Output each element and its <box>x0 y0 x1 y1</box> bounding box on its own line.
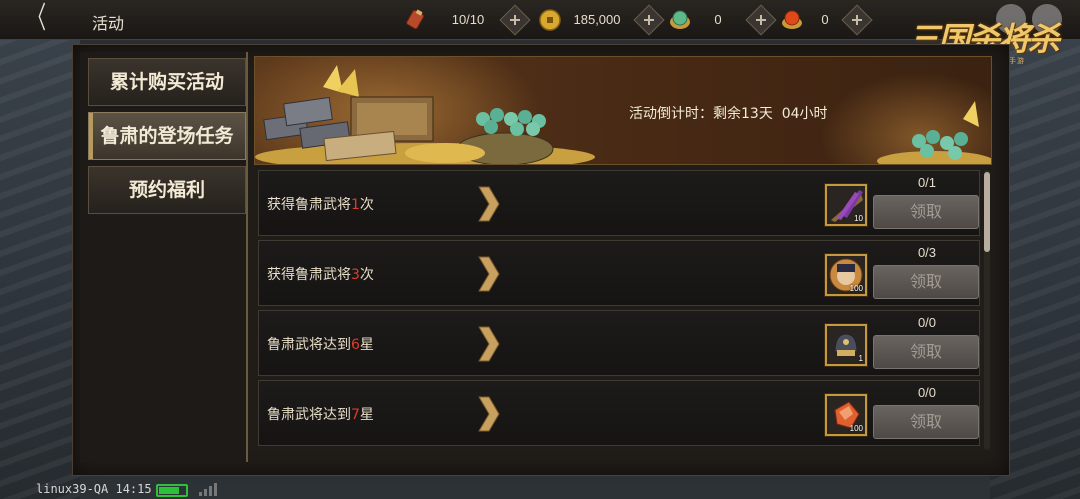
back-button[interactable]: 〈 <box>22 4 52 36</box>
reward-item[interactable]: 100 <box>825 394 867 436</box>
resource-jade: 0 <box>668 4 792 36</box>
signal-icon <box>199 483 217 496</box>
coin-icon <box>539 9 561 31</box>
task-label: 鲁肃武将达到6星 <box>267 337 374 353</box>
resource-gold: 0 <box>780 4 880 36</box>
claim-button[interactable]: 领取 <box>873 405 979 439</box>
resource-scroll: 10/10 <box>404 4 531 36</box>
jade-icon <box>670 10 690 29</box>
chevron-right-icon <box>478 256 500 292</box>
chevron-right-icon <box>478 326 500 362</box>
task-progress: 0/3 <box>917 245 937 260</box>
countdown-text: 活动倒计时：剩余13天 04小时 <box>629 103 828 123</box>
chevron-right-icon <box>478 186 500 222</box>
device-status-text: linux39-QA 14:15 <box>36 482 152 496</box>
tab-lusu-missions[interactable]: 鲁肃的登场任务 <box>88 112 246 160</box>
treasure-pile-icon <box>255 65 595 164</box>
task-row: 获得鲁肃武将1次 10 0/1 领取 <box>258 170 980 236</box>
claim-button[interactable]: 领取 <box>873 265 979 299</box>
battery-icon <box>156 484 188 497</box>
reward-quantity: 100 <box>849 424 863 433</box>
task-row: 鲁肃武将达到6星 1 0/0 领取 <box>258 310 980 376</box>
claim-button[interactable]: 领取 <box>873 195 979 229</box>
gold-ingot-icon <box>782 10 802 29</box>
add-gold-button[interactable] <box>841 4 873 36</box>
back-icon: 〈 <box>28 1 46 36</box>
activity-sidebar: 累计购买活动 鲁肃的登场任务 预约福利 <box>80 52 248 462</box>
countdown-value: 剩余13天 04小时 <box>713 106 828 122</box>
task-progress: 0/0 <box>917 315 937 330</box>
add-jade-button[interactable] <box>745 4 777 36</box>
reward-item[interactable]: 1 <box>825 324 867 366</box>
tab-cumulative-purchase[interactable]: 累计购买活动 <box>88 58 246 106</box>
resource-coin: 185,000 <box>538 4 665 36</box>
reward-quantity: 100 <box>849 284 863 293</box>
task-label: 获得鲁肃武将1次 <box>267 197 374 213</box>
task-row: 获得鲁肃武将3次 100 0/3 领取 <box>258 240 980 306</box>
add-coin-button[interactable] <box>633 4 665 36</box>
resource-value: 0 <box>821 12 829 27</box>
task-label: 鲁肃武将达到7星 <box>267 407 374 423</box>
resource-value: 185,000 <box>573 12 621 27</box>
add-scroll-button[interactable] <box>499 4 531 36</box>
scroll-icon <box>406 9 425 30</box>
reward-item[interactable]: 100 <box>825 254 867 296</box>
scrollbar-thumb[interactable] <box>984 172 990 252</box>
reward-quantity: 10 <box>854 214 863 223</box>
reward-item[interactable]: 10 <box>825 184 867 226</box>
resource-value: 10/10 <box>451 12 485 27</box>
task-list: 获得鲁肃武将1次 10 0/1 领取 获得鲁肃武将3次 100 0/3 领取 鲁… <box>254 168 984 452</box>
jade-pile-icon <box>877 101 991 164</box>
task-label: 获得鲁肃武将3次 <box>267 267 374 283</box>
countdown-label: 活动倒计时： <box>629 106 713 122</box>
resource-value: 0 <box>714 12 722 27</box>
activity-banner: 活动倒计时：剩余13天 04小时 <box>254 56 992 165</box>
page-title: 活动 <box>92 14 125 33</box>
task-progress: 0/0 <box>917 385 937 400</box>
reward-quantity: 1 <box>858 354 863 363</box>
task-progress: 0/1 <box>917 175 937 190</box>
chevron-right-icon <box>478 396 500 432</box>
task-row: 鲁肃武将达到7星 100 0/0 领取 <box>258 380 980 446</box>
scenery-left <box>0 40 80 499</box>
tab-reservation-bonus[interactable]: 预约福利 <box>88 166 246 214</box>
task-list-scrollbar[interactable] <box>984 170 990 450</box>
claim-button[interactable]: 领取 <box>873 335 979 369</box>
